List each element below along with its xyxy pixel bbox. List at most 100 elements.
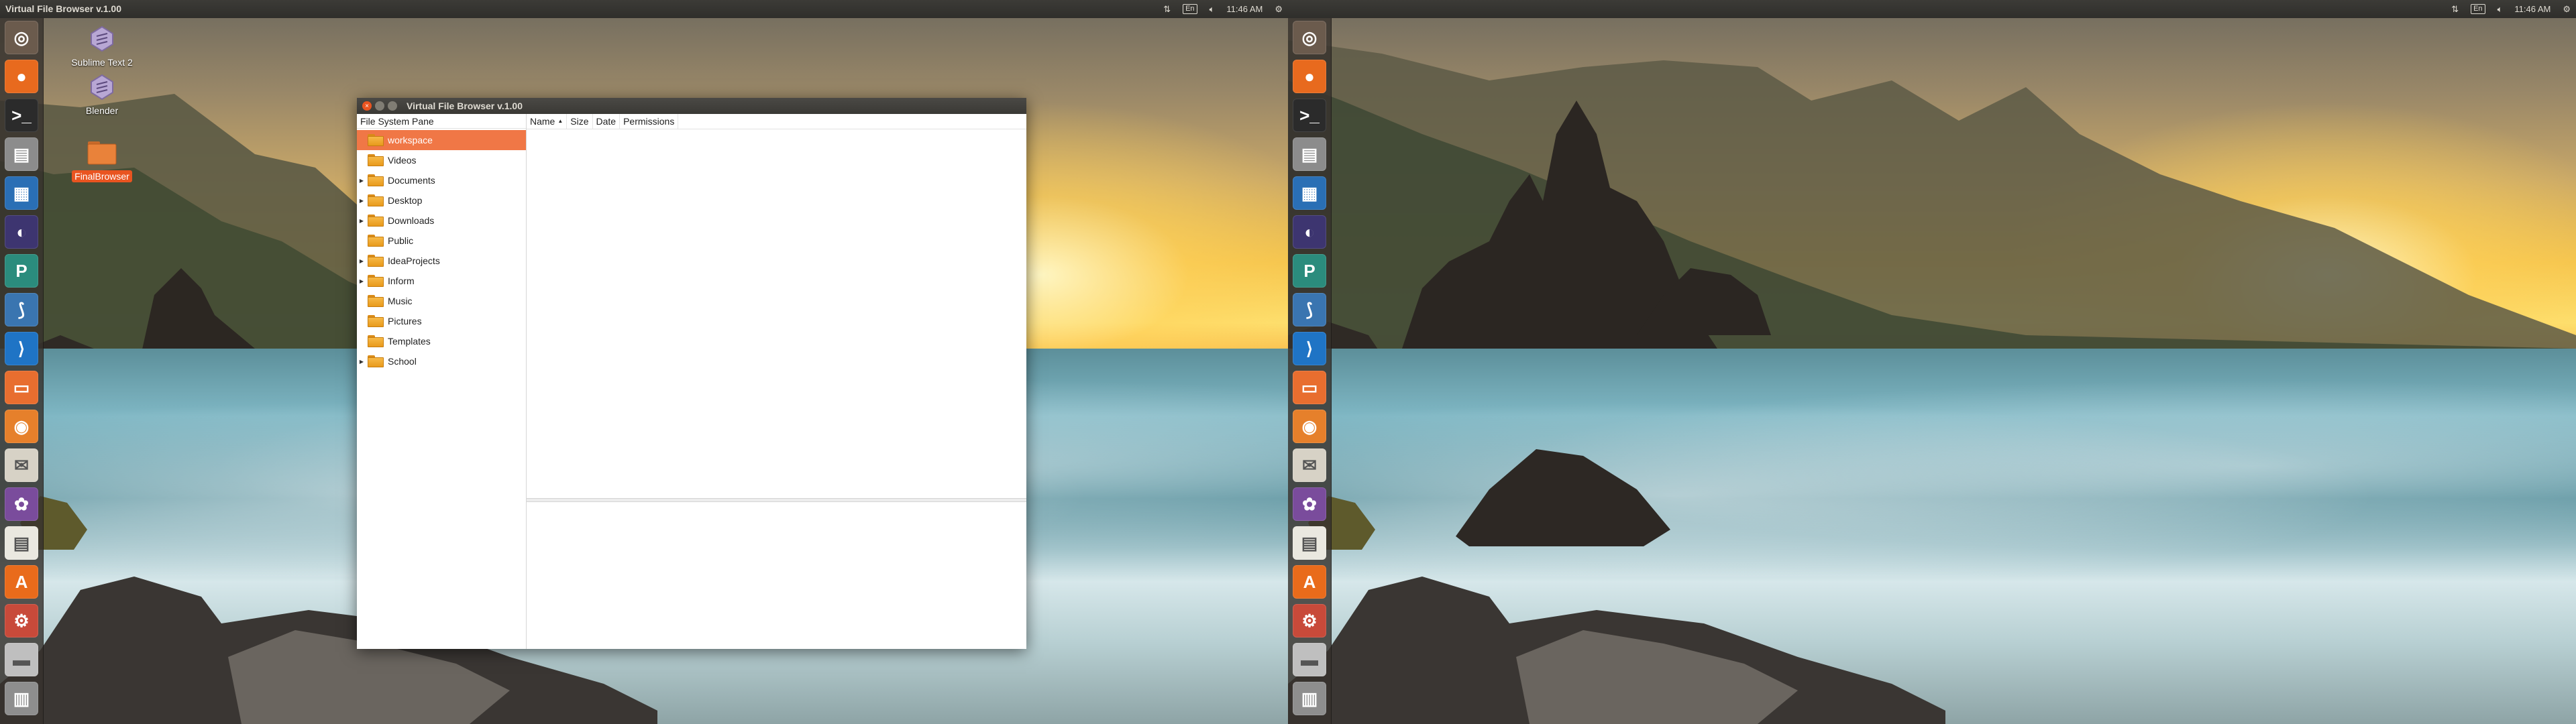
launcher-firefox-icon[interactable]: ● [1293,60,1326,93]
launcher-libreoffice-writer-icon[interactable]: ▦ [1293,176,1326,210]
tree-item-ideaprojects[interactable]: ▶ IdeaProjects [357,251,526,271]
minimize-icon[interactable] [375,101,384,111]
launcher-pycharm-icon[interactable]: P [5,254,38,288]
tree-item-school[interactable]: ▶ School [357,351,526,371]
tree-item-label: Pictures [388,316,422,326]
column-size[interactable]: Size [567,114,593,129]
launcher-settings-icon[interactable]: ⚙ [1293,604,1326,638]
launcher-document-icon[interactable]: ▤ [1293,526,1326,560]
folder-icon [368,315,384,327]
launcher-lavender-app-icon[interactable]: ✿ [5,487,38,521]
launcher-software-center-icon[interactable]: A [1293,565,1326,599]
launcher-drive-icon[interactable]: ▬ [5,643,38,676]
expand-arrow-icon[interactable]: ▶ [358,178,365,184]
tree-item-label: Videos [388,155,417,166]
launcher-document-icon[interactable]: ▤ [5,526,38,560]
folder-icon [368,255,384,267]
launcher-blender-icon[interactable]: ◉ [1293,410,1326,443]
launcher-eclipse-icon[interactable]: ◐ [5,215,38,249]
launcher-trash-icon[interactable]: ▥ [1293,682,1326,715]
desktop-icon-finalbrowser[interactable]: FinalBrowser [62,138,142,182]
expand-arrow-icon[interactable]: ▶ [358,278,365,284]
launcher-libreoffice-writer-icon[interactable]: ▦ [5,176,38,210]
clock-label[interactable]: 11:46 AM [2514,4,2551,14]
arrows-updown-icon[interactable]: ⇅ [2451,4,2459,15]
expand-arrow-icon[interactable]: ▶ [358,359,365,365]
launcher-mail-icon[interactable]: ✉ [5,448,38,482]
indicator-area: ⇅ En 🔈︎ 11:46 AM ⚙ [2451,0,2571,18]
launcher-eclipse-icon[interactable]: ◐ [1293,215,1326,249]
launcher-software-center-icon[interactable]: A [5,565,38,599]
tree-item-label: Documents [388,175,435,186]
tree-item-public[interactable]: Public [357,231,526,251]
launcher-firefox-icon[interactable]: ● [5,60,38,93]
desktop-icon-sublime[interactable]: Sublime Text 2 [62,24,142,68]
expand-arrow-icon[interactable]: ▶ [358,218,365,224]
column-name[interactable]: Name ▲ [527,114,568,129]
file-list[interactable] [527,129,1026,498]
language-indicator[interactable]: En [1183,4,1197,14]
right-monitor: ⇅ En 🔈︎ 11:46 AM ⚙ ◎ ● >_ ▤ ▦ ◐ P ⟆ ⟩ ▭ ◉ ✉ ✿ ▤ A ⚙ ▬ ▥ [1288,0,2576,724]
launcher-settings-icon[interactable]: ⚙ [5,604,38,638]
detail-area[interactable] [527,502,1026,649]
folder-icon [368,275,384,287]
launcher-ubuntu-dash-icon[interactable]: ◎ [5,21,38,54]
launcher-terminal-icon[interactable]: >_ [1293,99,1326,132]
left-monitor: Virtual File Browser v.1.00 ⇅ En 🔈︎ 11:4… [0,0,1288,724]
file-list-pane: Name ▲ Size Date Permissions [527,114,1026,649]
launcher-trash-icon[interactable]: ▥ [5,682,38,715]
expand-arrow-icon[interactable]: ▶ [358,198,365,204]
launcher-folder-icon[interactable]: ▭ [1293,371,1326,404]
launcher-drive-icon[interactable]: ▬ [1293,643,1326,676]
launcher-lavender-app-icon[interactable]: ✿ [1293,487,1326,521]
launcher-mail-icon[interactable]: ✉ [1293,448,1326,482]
tree-item-label: Desktop [388,195,423,206]
gear-icon[interactable]: ⚙ [2563,4,2571,15]
tree-item-downloads[interactable]: ▶ Downloads [357,210,526,231]
tree-item-documents[interactable]: ▶ Documents [357,170,526,190]
tree-item-label: workspace [388,135,433,145]
speaker-icon[interactable]: 🔈︎ [2498,4,2503,15]
tree-item-inform[interactable]: ▶ Inform [357,271,526,291]
file-system-pane: File System Pane workspace Videos ▶ Documen… [357,114,527,649]
tree-item-videos[interactable]: Videos [357,150,526,170]
close-icon[interactable]: × [362,101,372,111]
clock-label[interactable]: 11:46 AM [1226,4,1263,14]
folder-icon [368,355,384,367]
desktop-icon-blender[interactable]: Blender [62,72,142,117]
launcher-terminal-icon[interactable]: >_ [5,99,38,132]
tree-item-templates[interactable]: Templates [357,331,526,351]
folder-icon [368,335,384,347]
launcher-folder-icon[interactable]: ▭ [5,371,38,404]
panel-app-title: Virtual File Browser v.1.00 [5,3,122,14]
launcher-pycharm-icon[interactable]: P [1293,254,1326,288]
speaker-icon[interactable]: 🔈︎ [1210,4,1215,15]
maximize-icon[interactable] [388,101,397,111]
tree-item-label: Music [388,296,413,306]
launcher-files-icon[interactable]: ▤ [5,137,38,171]
tree-item-pictures[interactable]: Pictures [357,311,526,331]
column-permissions[interactable]: Permissions [620,114,679,129]
folder-icon [368,174,384,186]
expand-arrow-icon[interactable]: ▶ [358,258,365,264]
file-browser-window: × Virtual File Browser v.1.00 File Syste… [357,98,1026,649]
language-indicator[interactable]: En [2471,4,2485,14]
desktop-icon-label: Sublime Text 2 [71,57,133,68]
gear-icon[interactable]: ⚙ [1275,4,1283,15]
arrows-updown-icon[interactable]: ⇅ [1163,4,1171,15]
tree-item-workspace[interactable]: workspace [357,130,526,150]
tree-item-label: IdeaProjects [388,255,440,266]
tree-item-desktop[interactable]: ▶ Desktop [357,190,526,210]
launcher-files-icon[interactable]: ▤ [1293,137,1326,171]
launcher-python-icon[interactable]: ⟆ [5,293,38,326]
launcher-blender-icon[interactable]: ◉ [5,410,38,443]
indicator-area: ⇅ En 🔈︎ 11:46 AM ⚙ [1163,0,1283,18]
launcher-vscode-icon[interactable]: ⟩ [5,332,38,365]
launcher-python-icon[interactable]: ⟆ [1293,293,1326,326]
tree-item-music[interactable]: Music [357,291,526,311]
launcher-ubuntu-dash-icon[interactable]: ◎ [1293,21,1326,54]
launcher-vscode-icon[interactable]: ⟩ [1293,332,1326,365]
window-titlebar[interactable]: × Virtual File Browser v.1.00 [357,98,1026,114]
window-title: Virtual File Browser v.1.00 [407,101,523,111]
column-date[interactable]: Date [593,114,621,129]
